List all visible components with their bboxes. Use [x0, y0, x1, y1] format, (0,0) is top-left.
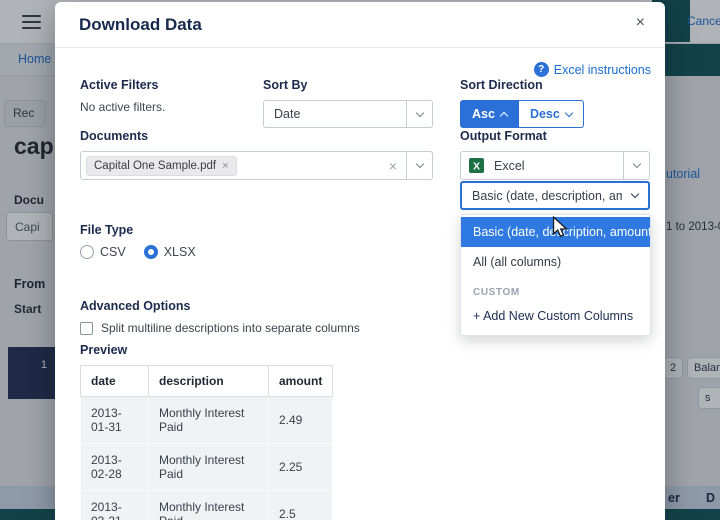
output-format-group: Output Format X Excel [460, 129, 650, 180]
cell-description: Monthly Interest Paid [148, 490, 269, 520]
excel-icon: X [469, 158, 484, 173]
excel-instructions-label: Excel instructions [553, 62, 651, 77]
document-tag-label: Capital One Sample.pdf [94, 159, 217, 172]
sort-direction-group: Sort Direction Asc Desc [460, 78, 584, 128]
columns-select[interactable]: Basic (date, description, amount) [460, 181, 650, 210]
sort-by-value: Date [274, 107, 301, 121]
cell-date: 2013-02-28 [80, 443, 149, 491]
table-row: 2013-03-31 Monthly Interest Paid 2.5 [80, 490, 334, 520]
add-custom-columns-option[interactable]: + Add New Custom Columns [461, 301, 650, 331]
file-type-label: File Type [80, 223, 134, 237]
cell-description: Monthly Interest Paid [148, 396, 269, 444]
sort-by-label: Sort By [263, 78, 308, 92]
cell-date: 2013-01-31 [80, 396, 149, 444]
cell-amount: 2.25 [267, 443, 334, 491]
screen: Cancel Home Rec cap Docu Capi From Start… [0, 0, 720, 520]
chevron-down-icon [623, 152, 649, 179]
active-filters-label: Active Filters [80, 78, 159, 92]
preview-group: Preview date description amount 2013-01-… [80, 343, 334, 520]
split-multiline-checkbox[interactable]: Split multiline descriptions into separa… [80, 321, 360, 335]
document-tag: Capital One Sample.pdf × [86, 155, 237, 176]
column-header-date: date [80, 365, 149, 397]
radio-csv-label: CSV [100, 245, 126, 259]
option-all-columns[interactable]: All (all columns) [461, 247, 650, 277]
chevron-up-icon [499, 111, 509, 120]
sort-direction-toggle: Asc Desc [460, 100, 584, 128]
cell-date: 2013-03-31 [80, 490, 149, 520]
close-icon[interactable]: × [636, 15, 645, 31]
documents-group: Documents Capital One Sample.pdf × × [80, 129, 433, 180]
documents-multiselect[interactable]: Capital One Sample.pdf × × [80, 151, 433, 180]
table-row: 2013-02-28 Monthly Interest Paid 2.25 [80, 443, 334, 491]
active-filters-group: Active Filters No active filters. [80, 78, 165, 114]
file-type-options: CSV XLSX [80, 245, 196, 259]
sort-asc-button[interactable]: Asc [460, 100, 519, 128]
preview-label: Preview [80, 343, 128, 357]
excel-instructions-link[interactable]: ? Excel instructions [533, 62, 651, 77]
documents-label: Documents [80, 129, 149, 143]
radio-xlsx[interactable]: XLSX [143, 245, 196, 259]
custom-group-label: CUSTOM [473, 287, 520, 298]
clear-icon[interactable]: × [389, 158, 397, 174]
chevron-down-icon [564, 108, 574, 117]
column-header-amount: amount [267, 365, 334, 397]
preview-table: date description amount 2013-01-31 Month… [80, 365, 334, 520]
column-header-description: description [148, 365, 269, 397]
sort-by-select[interactable]: Date [263, 100, 433, 128]
sort-asc-label: Asc [472, 107, 495, 121]
columns-select-value: Basic (date, description, amount) [472, 188, 622, 203]
sort-direction-label: Sort Direction [460, 78, 543, 92]
table-header-row: date description amount [80, 365, 334, 397]
cell-amount: 2.49 [267, 396, 334, 444]
option-basic-columns[interactable]: Basic (date, description, amount) [461, 217, 650, 247]
chevron-down-icon [622, 183, 648, 208]
advanced-options-label: Advanced Options [80, 299, 191, 313]
columns-group: Basic (date, description, amount) Basic … [460, 181, 651, 336]
radio-csv[interactable]: CSV [80, 245, 126, 259]
active-filters-empty-text: No active filters. [80, 100, 166, 114]
radio-xlsx-label: XLSX [163, 245, 196, 259]
columns-dropdown-menu: Basic (date, description, amount) All (a… [460, 214, 651, 336]
advanced-options-group: Advanced Options Split multiline descrip… [80, 299, 360, 335]
modal-title: Download Data [79, 15, 202, 34]
checkbox-icon [80, 321, 93, 335]
output-format-value: Excel [494, 158, 525, 173]
file-type-group: File Type CSV XLSX [80, 223, 196, 259]
help-icon: ? [533, 62, 549, 77]
cell-amount: 2.5 [267, 490, 334, 520]
svg-text:X: X [473, 161, 480, 172]
chevron-down-icon [406, 101, 432, 127]
sort-by-group: Sort By Date [263, 78, 433, 128]
download-data-modal: Download Data × ? Excel instructions Act… [55, 2, 665, 520]
output-format-label: Output Format [460, 129, 547, 143]
modal-header: Download Data × [55, 2, 665, 48]
output-format-select[interactable]: X Excel [460, 151, 650, 180]
radio-checked-icon [143, 245, 158, 259]
chevron-down-icon [406, 152, 432, 179]
sort-desc-button[interactable]: Desc [518, 100, 584, 128]
radio-unchecked-icon [80, 245, 94, 259]
split-multiline-label: Split multiline descriptions into separa… [101, 321, 360, 335]
cell-description: Monthly Interest Paid [148, 443, 269, 491]
sort-desc-label: Desc [529, 107, 560, 121]
tag-remove-icon[interactable]: × [222, 160, 228, 172]
table-row: 2013-01-31 Monthly Interest Paid 2.49 [80, 396, 334, 444]
